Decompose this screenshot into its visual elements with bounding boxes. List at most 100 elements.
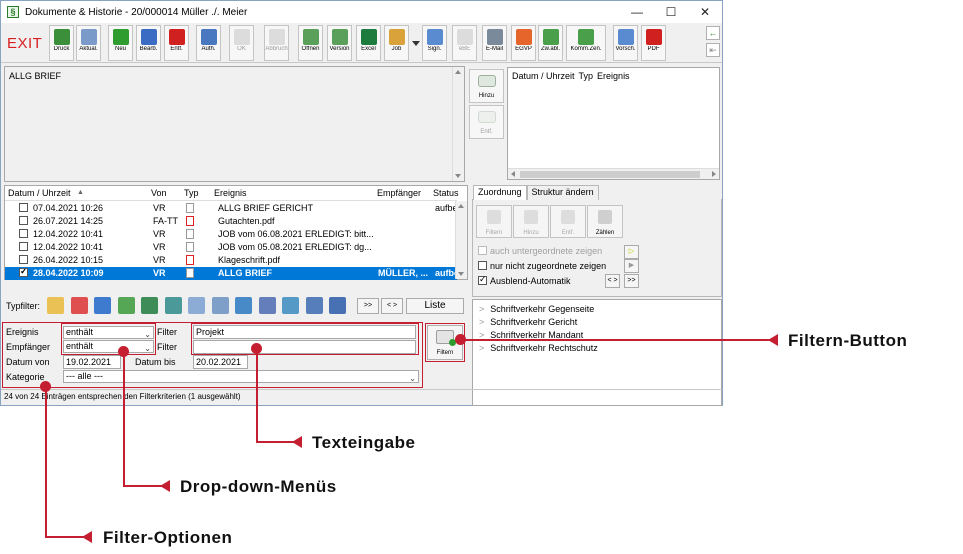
tree-item-gegenseite[interactable]: Schriftverkehr Gegenseite [479,304,594,314]
tag-icon[interactable] [282,297,299,314]
assign-add-button[interactable]: Hinzu [513,205,549,238]
history-col-date[interactable]: Datum / Uhrzeit [508,71,575,81]
toolbar-button-2[interactable]: Neu [108,25,133,61]
doc-col-from[interactable]: Von [151,188,167,198]
history-list[interactable]: Datum / Uhrzeit Typ Ereignis [507,67,720,180]
tab-struktur-aendern[interactable]: Struktur ändern [526,185,599,200]
at-icon[interactable] [164,297,182,314]
chart-icon[interactable] [258,297,276,314]
history-col-event[interactable]: Ereignis [593,71,630,81]
nav-toggle-button[interactable]: < > [605,274,620,288]
option-not-assigned[interactable]: nur nicht zugeordnete zeigen [478,261,606,271]
document-list[interactable]: Datum / Uhrzeit ▲ Von Typ Ereignis Empfä… [4,185,468,280]
toolbar-button-18[interactable]: Vorsch. [613,25,638,61]
toolbar-button-label: Version [329,46,350,52]
document-row[interactable]: 12.04.2022 10:41 VR JOB vom 05.08.2021 ERL… [5,241,457,254]
toolbar-button-19[interactable]: PDF [641,25,666,61]
document-text-area[interactable]: ALLG BRIEF [4,66,465,182]
doc-col-type[interactable]: Typ [184,188,199,198]
document-row[interactable]: 28.04.2022 10:09VRALLG BRIEFMÜLLER, ...a… [5,267,459,280]
document-icon[interactable] [211,297,229,314]
typfilter-nav-toggle[interactable]: < > [381,298,403,314]
document-row[interactable]: 12.04.2022 10:41 VR JOB vom 06.08.2021 ERL… [5,228,457,241]
tree-item-gericht[interactable]: Schriftverkehr Gericht [479,317,577,327]
toolbar-button-3[interactable]: Bearb. [136,25,161,61]
fax-icon[interactable] [188,297,205,314]
exit-button[interactable]: EXIT [7,35,42,52]
remove-history-button[interactable]: Entf. [469,105,504,139]
document-text: ALLG BRIEF [9,71,62,81]
globe-icon[interactable] [235,297,252,314]
doc-col-date[interactable]: Datum / Uhrzeit [8,188,71,198]
toolbar-button-0[interactable]: Druck [49,25,74,61]
outlook-icon[interactable] [94,297,111,314]
toolbar-button-label: Entf. [170,46,183,52]
tab-zuordnung[interactable]: Zuordnung [473,185,527,200]
history-hscrollbar[interactable] [508,168,719,179]
typfilter-nav-first[interactable]: >> [357,298,379,314]
comm-center-icon [578,29,594,45]
option-auto-hide[interactable]: Ausblend-Automatik [478,274,571,286]
count-button[interactable]: Zählen [587,205,623,238]
add-history-button[interactable]: Hinzu [469,69,504,103]
document-row[interactable]: 26.04.2022 10:15 VR Klageschrift.pdf [5,254,457,267]
toolbar-button-13[interactable]: eBE [452,25,477,61]
toolbar-button-14[interactable]: E-Mail [482,25,507,61]
toolbar-button-10[interactable]: Excel [356,25,381,61]
excel-icon[interactable] [141,297,158,314]
toolbar-button-15[interactable]: EGVP [511,25,536,61]
word-icon[interactable] [329,297,346,314]
document-scrollbar[interactable] [455,201,467,279]
row-checkbox[interactable] [19,203,28,212]
doc-col-recipient[interactable]: Empfänger [377,188,421,198]
toolbar-button-16[interactable]: Zw.abl. [538,25,563,61]
pencil-icon[interactable] [305,297,323,314]
toolbar-button-12[interactable]: Sign. [422,25,447,61]
toolbar-button-4[interactable]: Entf. [164,25,189,61]
toolbar-button-label: Neu [114,46,126,52]
toolbar-button-9[interactable]: Version [327,25,352,61]
toolbar-button-5[interactable]: Auth. [196,25,221,61]
row-checkbox[interactable] [19,229,28,238]
toolbar-button-11[interactable]: Job [384,25,409,61]
pdf-icon[interactable] [70,297,88,314]
tree-item-rechtschutz[interactable]: Schriftverkehr Rechtschutz [479,343,598,353]
new-icon [112,29,129,45]
preview-icon [617,29,634,45]
document-row[interactable]: 26.07.2021 14:25 FA-TT Gutachten.pdf [5,215,457,228]
folder-icon[interactable] [117,297,135,314]
text-input-line-v [256,349,258,442]
arrow-left-green-icon[interactable]: ← [706,26,720,40]
arrow-left-grey-icon[interactable]: ⇤ [706,43,720,57]
row-checkbox[interactable] [19,255,28,264]
row-checkbox[interactable] [19,242,28,251]
toolbar-button-8[interactable]: Öffnen [298,25,323,61]
history-col-type[interactable]: Typ [575,71,594,81]
text-scrollbar[interactable] [452,67,464,181]
doc-col-event[interactable]: Ereignis [214,188,247,198]
row-checkbox[interactable] [19,268,28,277]
toolbar-button-1[interactable]: Aktual. [76,25,101,61]
main-toolbar: EXIT Druck Aktual. Neu Bearb. Entf. Auth. OK Ab… [1,23,722,63]
maximize-button[interactable]: ☐ [654,1,688,23]
doc-col-status[interactable]: Status [433,188,459,198]
toolbar-button-7[interactable]: Abbruch [264,25,289,61]
assign-remove-button[interactable]: Entf. [550,205,586,238]
nav-forward-button[interactable]: >> [624,274,639,288]
close-button[interactable]: ✕ [688,1,722,23]
document-row[interactable]: 07.04.2021 10:26 VR ALLG BRIEF GERICHT aufb… [5,202,458,215]
cell-from: VR [153,229,166,239]
option-sub-assigned[interactable]: auch untergeordnete zeigen [478,246,602,256]
assign-filter-button[interactable]: Filtern [476,205,512,238]
toolbar-button-label: OK [237,46,246,52]
play-grey-icon[interactable]: ▶ [624,259,639,273]
play-yellow-icon[interactable]: ▷ [624,245,639,259]
job-dropdown-arrow[interactable] [412,41,420,46]
folder-star-icon[interactable] [47,297,64,314]
edit-icon [140,29,157,45]
list-button[interactable]: Liste [406,298,464,314]
toolbar-button-17[interactable]: Komm.Zen. [566,25,606,61]
row-checkbox[interactable] [19,216,28,225]
minimize-button[interactable]: — [620,1,654,23]
toolbar-button-6[interactable]: OK [229,25,254,61]
